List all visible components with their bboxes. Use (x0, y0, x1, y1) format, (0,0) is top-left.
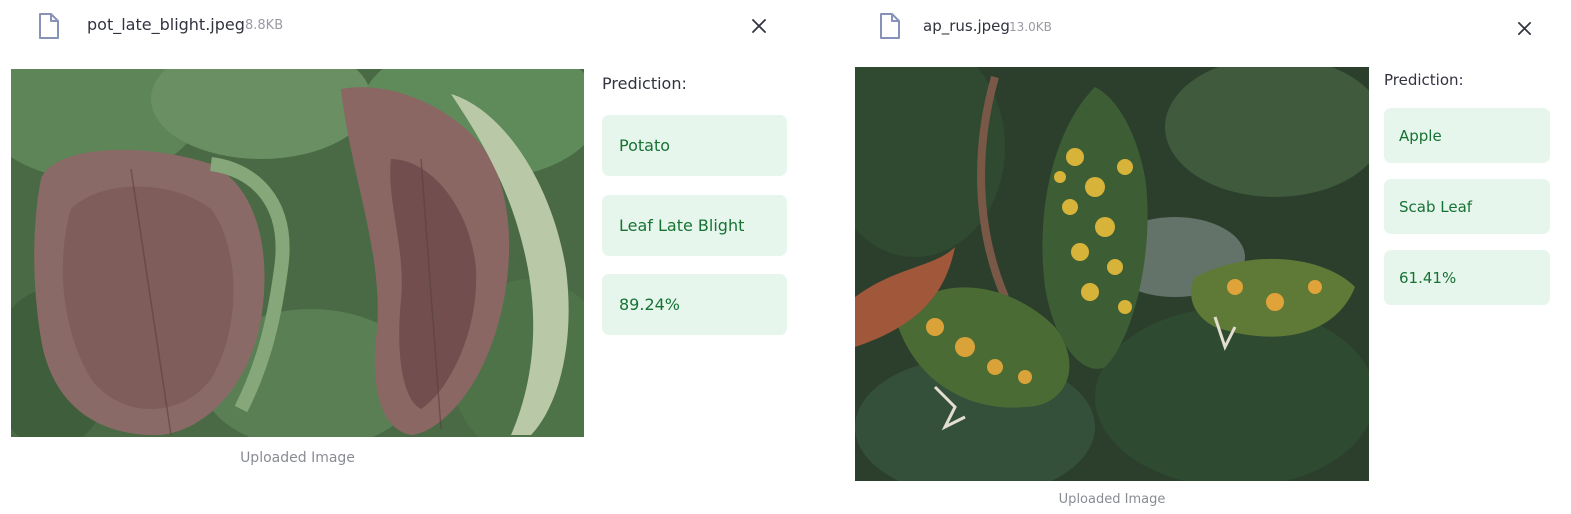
close-icon (752, 19, 766, 33)
prediction-crop: Potato (602, 115, 787, 176)
image-caption: Uploaded Image (240, 450, 355, 466)
file-size: 13.0KB (1009, 20, 1052, 34)
prediction-label: Prediction: (602, 74, 687, 93)
file-name: pot_late_blight.jpeg (87, 15, 245, 34)
uploaded-file-row: ap_rus.jpeg 13.0KB (845, 0, 1571, 52)
upload-panel-left: pot_late_blight.jpeg 8.8KB Uploaded Imag… (0, 0, 800, 514)
file-name: ap_rus.jpeg (923, 17, 1010, 35)
prediction-crop: Apple (1384, 108, 1550, 163)
image-caption: Uploaded Image (1058, 492, 1166, 507)
remove-file-button[interactable] (1512, 16, 1536, 40)
file-icon (878, 12, 902, 40)
uploaded-image-apple-leaf (855, 67, 1369, 481)
prediction-confidence: 61.41% (1384, 250, 1550, 305)
prediction-confidence: 89.24% (602, 274, 787, 335)
uploaded-image-potato-leaf (11, 69, 584, 437)
prediction-label: Prediction: (1384, 71, 1464, 89)
upload-panel-right: ap_rus.jpeg 13.0KB Uploaded Image Predic… (845, 0, 1571, 514)
file-icon (37, 12, 61, 40)
remove-file-button[interactable] (747, 14, 771, 38)
file-size: 8.8KB (245, 18, 284, 33)
prediction-disease: Leaf Late Blight (602, 195, 787, 256)
uploaded-file-row: pot_late_blight.jpeg 8.8KB (0, 0, 800, 52)
prediction-disease: Scab Leaf (1384, 179, 1550, 234)
close-icon (1517, 21, 1531, 35)
